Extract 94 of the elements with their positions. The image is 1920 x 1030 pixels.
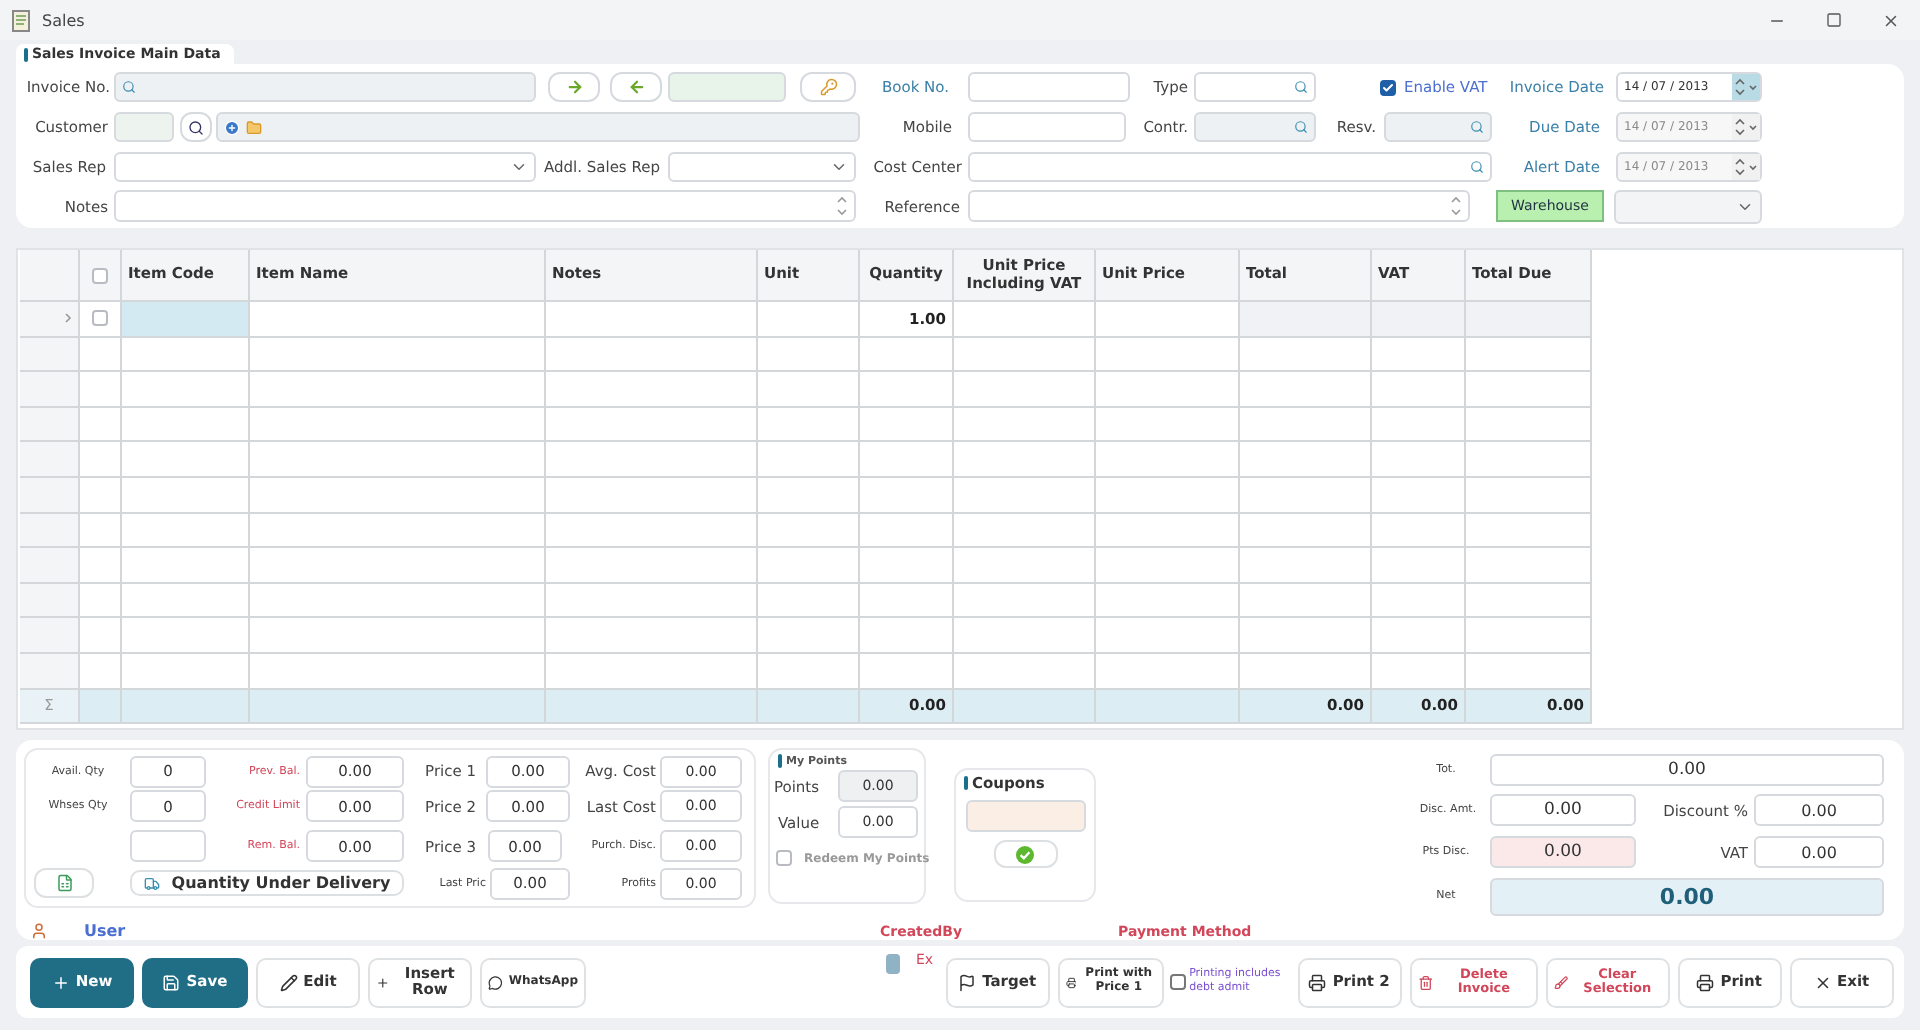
search-icon [188,119,204,135]
row-header[interactable] [20,548,80,584]
user-label: User [84,922,126,940]
folder-icon [246,119,262,135]
total-cell [954,689,1096,724]
input-field[interactable] [114,190,856,222]
row-header[interactable] [20,513,80,549]
row-header[interactable] [20,302,80,338]
row-header[interactable] [20,653,80,690]
close-icon [1813,973,1832,991]
arrow-right-icon [565,78,583,96]
check-circle-icon [1016,845,1034,863]
arrow-left-icon [627,78,645,96]
printer-icon [1696,973,1715,991]
row-header[interactable] [20,337,80,373]
user-icon [30,922,48,940]
row-header[interactable] [20,442,80,478]
row-header[interactable] [20,407,80,443]
input-field[interactable] [668,152,856,182]
trash-icon [1417,973,1433,991]
total-cell [80,689,122,724]
table-cell [1466,302,1592,338]
export-button[interactable] [34,868,94,898]
apply-coupon-button[interactable] [993,840,1057,868]
input-field[interactable] [114,72,536,102]
plus-icon [376,973,390,991]
next-button[interactable] [548,72,600,102]
input-field[interactable] [968,72,1130,102]
window-title: Sales [42,11,85,29]
input-field[interactable] [114,112,174,142]
dropdown-caret-icon [510,158,528,176]
search-button[interactable] [180,112,212,142]
input-field[interactable]: 0.00 [1754,836,1884,868]
input-field[interactable] [668,72,786,102]
input-field[interactable] [1614,189,1762,223]
dropdown-caret-icon [830,158,848,176]
printer-icon [1065,973,1077,991]
spinner-icon [1732,114,1760,140]
input-field[interactable] [114,152,536,182]
total-cell [758,689,860,724]
flag-icon [958,973,977,991]
input-field[interactable] [130,830,206,862]
search-icon [1294,80,1308,94]
brush-icon [1553,973,1568,991]
input-field[interactable]: 0.00 [1490,836,1636,868]
row-header[interactable] [20,372,80,408]
spinner-icon [836,194,848,218]
select-all-checkbox[interactable] [92,267,108,283]
check-icon [1382,81,1394,93]
pencil-icon [279,973,298,991]
input-field[interactable] [968,190,1470,222]
coupon-field[interactable] [965,800,1085,832]
document-icon [12,9,30,31]
add-icon [224,119,240,135]
table-cell [1372,302,1466,338]
row-header[interactable] [20,477,80,514]
plus-icon [51,973,70,991]
spreadsheet-icon [55,874,73,892]
spinner-icon [1450,194,1462,218]
input-field[interactable]: 0.00 [1490,794,1636,826]
dropdown-icon[interactable] [886,954,900,974]
chat-bubble-icon [488,973,503,991]
input-field[interactable]: 0.00 [1490,753,1884,785]
net-total-field: 0.00 [1490,877,1884,915]
row-header[interactable] [20,618,80,654]
row-pointer-icon [64,312,72,325]
spinner-icon [1732,74,1760,100]
row-checkbox[interactable] [92,310,108,327]
total-cell [1096,689,1240,724]
search-icon [1294,120,1308,134]
input-field[interactable] [1194,72,1316,102]
table-cell[interactable] [122,302,250,338]
key-icon [819,78,837,96]
total-cell [122,689,250,724]
search-icon [1470,160,1484,174]
lookup-button[interactable] [800,72,856,102]
truck-icon [143,875,160,891]
input-field[interactable] [968,112,1126,142]
maximize-icon[interactable] [1826,12,1842,28]
input-field[interactable] [1194,112,1316,142]
table-cell [1240,302,1372,338]
input-field[interactable]: 0.00 [1754,794,1884,826]
spinner-icon [1732,154,1760,180]
input-field[interactable] [216,112,860,142]
close-icon[interactable] [1882,11,1900,29]
printer-icon [1308,973,1327,991]
input-field[interactable] [968,152,1492,182]
save-icon [162,973,181,991]
previous-button[interactable] [610,72,662,102]
search-icon [122,80,136,94]
search-icon [1470,120,1484,134]
input-field[interactable] [1384,112,1492,142]
row-header[interactable] [20,583,80,619]
quantity-under-delivery-button[interactable]: Quantity Under Delivery [130,870,404,896]
